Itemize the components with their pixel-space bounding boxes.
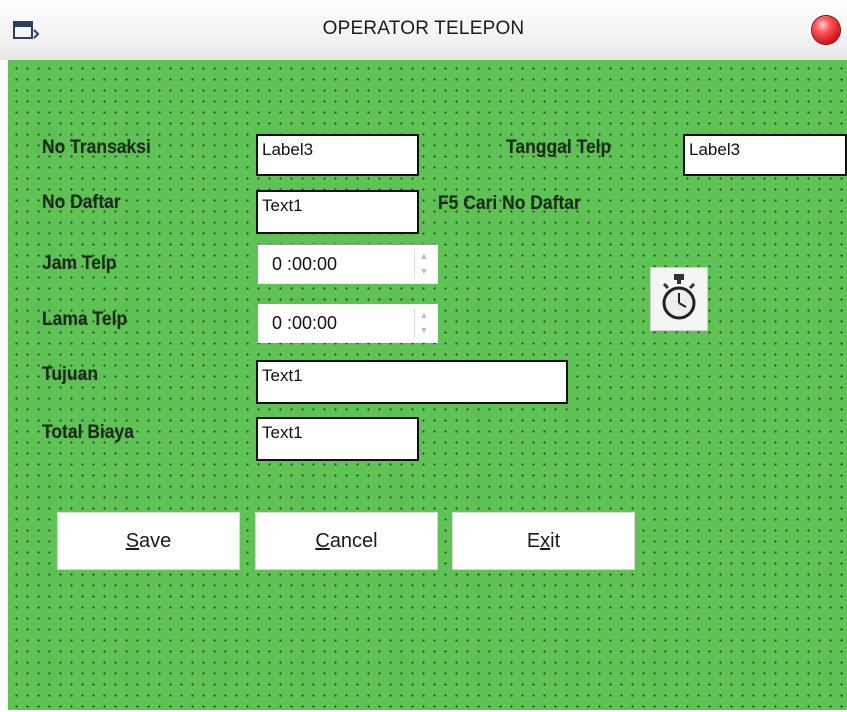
tanggal-telp-label: Tanggal Telp: [506, 137, 612, 158]
lama-telp-value: 0 :00:00: [272, 313, 338, 333]
stopwatch-graphic: [662, 274, 696, 320]
form-body: No Transaksi Label3 Tanggal Telp Label3 …: [8, 60, 847, 710]
cancel-accelerator: C: [315, 530, 330, 552]
no-transaksi-label: No Transaksi: [42, 137, 151, 158]
lama-telp-label: Lama Telp: [42, 309, 128, 330]
spin-down-icon[interactable]: ▼: [415, 323, 433, 338]
save-accelerator: S: [125, 530, 140, 552]
stopwatch-icon: [650, 267, 708, 331]
cancel-button[interactable]: Cancel: [255, 512, 438, 570]
jam-telp-label: Jam Telp: [42, 253, 117, 274]
no-daftar-label: No Daftar: [42, 192, 121, 213]
spin-up-icon[interactable]: ▲: [415, 249, 433, 264]
save-label: ave: [139, 530, 172, 552]
close-icon[interactable]: [812, 16, 840, 44]
title-bar: OPERATOR TELEPON: [0, 0, 847, 60]
f5-search-hint: F5 Cari No Daftar: [438, 193, 581, 214]
spin-up-icon[interactable]: ▲: [415, 308, 433, 323]
jam-telp-spinner[interactable]: ▲ ▼: [414, 249, 433, 279]
spin-down-icon[interactable]: ▼: [415, 264, 433, 279]
total-biaya-label: Total Biaya: [42, 422, 134, 443]
exit-button[interactable]: Exit: [452, 512, 635, 570]
tujuan-input[interactable]: Text1: [256, 360, 568, 404]
lama-telp-spinner[interactable]: ▲ ▼: [414, 308, 433, 338]
jam-telp-picker[interactable]: 0 :00:00 ▲ ▼: [257, 244, 438, 284]
jam-telp-value: 0 :00:00: [272, 254, 338, 274]
window-title: OPERATOR TELEPON: [322, 18, 525, 39]
tanggal-telp-value: Label3: [683, 134, 847, 176]
cancel-label: ancel: [329, 530, 378, 552]
total-biaya-input[interactable]: Text1: [256, 417, 419, 461]
no-transaksi-value: Label3: [256, 134, 419, 176]
lama-telp-picker[interactable]: 0 :00:00 ▲ ▼: [257, 303, 438, 343]
exit-accelerator: x: [540, 530, 551, 552]
save-button[interactable]: Save: [57, 512, 240, 570]
no-daftar-input[interactable]: Text1: [256, 190, 419, 234]
exit-label-start: E: [526, 530, 541, 552]
exit-label-end: it: [550, 530, 561, 552]
tujuan-label: Tujuan: [42, 364, 98, 385]
